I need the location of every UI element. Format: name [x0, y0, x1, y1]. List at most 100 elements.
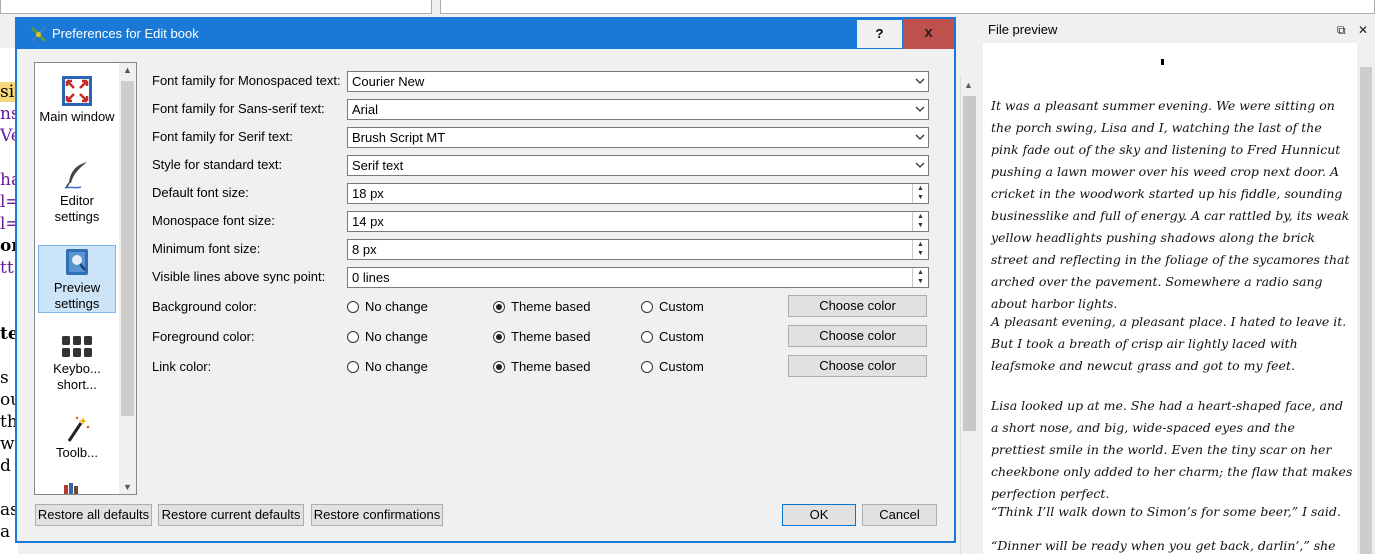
- foreground-choose-color-button[interactable]: Choose color: [788, 325, 927, 347]
- background-no-change-radio[interactable]: No change: [347, 299, 428, 315]
- radio-label: Theme based: [511, 329, 591, 344]
- restore-confirmations-button[interactable]: Restore confirmations: [311, 504, 443, 526]
- scrollbar-thumb[interactable]: [963, 96, 976, 431]
- radio-dot: [493, 361, 505, 373]
- close-button[interactable]: x: [903, 19, 954, 49]
- link-choose-color-button[interactable]: Choose color: [788, 355, 927, 377]
- help-button[interactable]: ?: [856, 19, 903, 49]
- toolbar-books-icon: [64, 483, 78, 494]
- spin-up-icon[interactable]: ▲: [913, 212, 928, 221]
- scrollbar-thumb[interactable]: [1360, 67, 1372, 554]
- min-size-spinbox[interactable]: 8 px ▲ ▼: [347, 239, 929, 260]
- sidebar-item-keyboard-shortcuts[interactable]: Keybo... short...: [38, 335, 116, 393]
- serif-font-label: Font family for Serif text:: [152, 129, 293, 144]
- radio-label: Custom: [659, 329, 704, 344]
- sidebar-item-label: Keybo... short...: [53, 361, 101, 392]
- preview-paragraph: “Dinner will be ready when you get back,…: [991, 538, 1336, 553]
- scroll-down-icon[interactable]: ▼: [123, 482, 132, 492]
- dialog-titlebar[interactable]: Preferences for Edit book ? x: [17, 19, 954, 49]
- preferences-category-list: Main window Editor settings Preview sett…: [34, 62, 137, 495]
- preview-paragraph: “Think I’ll walk down to Simon’s for som…: [991, 504, 1341, 519]
- background-toolbar-field-left: [0, 0, 432, 14]
- standard-style-select[interactable]: Serif text: [347, 155, 929, 176]
- spin-up-icon[interactable]: ▲: [913, 240, 928, 249]
- scroll-up-icon[interactable]: ▲: [964, 80, 973, 90]
- spin-down-icon[interactable]: ▼: [913, 277, 928, 286]
- sidebar-item-preview-settings[interactable]: Preview settings: [38, 245, 116, 313]
- category-list-scrollbar[interactable]: ▲ ▼: [119, 63, 136, 494]
- standard-style-value: Serif text: [352, 158, 404, 173]
- background-choose-color-button[interactable]: Choose color: [788, 295, 927, 317]
- keyboard-icon: [62, 336, 92, 357]
- sidebar-item-label: Editor settings: [54, 193, 100, 224]
- radio-label: Custom: [659, 359, 704, 374]
- sidebar-item-label: Toolb...: [56, 445, 98, 460]
- mono-size-spinbox[interactable]: 14 px ▲ ▼: [347, 211, 929, 232]
- mono-font-label: Font family for Monospaced text:: [152, 73, 341, 88]
- radio-dot: [641, 301, 653, 313]
- default-size-value: 18 px: [352, 186, 384, 201]
- radio-label: No change: [365, 359, 428, 374]
- close-panel-icon[interactable]: ✕: [1358, 19, 1368, 41]
- float-panel-icon[interactable]: ⧉: [1337, 19, 1346, 41]
- scroll-up-icon[interactable]: ▲: [123, 65, 132, 75]
- cancel-button[interactable]: Cancel: [862, 504, 937, 526]
- main-window-icon: [62, 76, 92, 106]
- sans-font-select[interactable]: Arial: [347, 99, 929, 120]
- chevron-down-icon: [915, 106, 925, 112]
- spin-up-icon[interactable]: ▲: [913, 184, 928, 193]
- default-size-label: Default font size:: [152, 185, 249, 200]
- spin-up-icon[interactable]: ▲: [913, 268, 928, 277]
- sync-lines-value: 0 lines: [352, 270, 390, 285]
- magic-wand-icon: [67, 416, 90, 442]
- mono-font-value: Courier New: [352, 74, 425, 89]
- background-custom-radio[interactable]: Custom: [641, 299, 704, 315]
- link-no-change-radio[interactable]: No change: [347, 359, 428, 375]
- sidebar-item-editor-settings[interactable]: Editor settings: [38, 159, 116, 225]
- radio-dot: [493, 331, 505, 343]
- chevron-down-icon: [915, 162, 925, 168]
- spin-down-icon[interactable]: ▼: [913, 193, 928, 202]
- preview-paragraph: Lisa looked up at me. She had a heart-sh…: [991, 398, 1353, 501]
- sync-lines-spinbox[interactable]: 0 lines ▲ ▼: [347, 267, 929, 288]
- restore-all-defaults-button[interactable]: Restore all defaults: [35, 504, 152, 526]
- file-preview-header: File preview ⧉ ✕: [983, 19, 1375, 41]
- restore-current-defaults-button[interactable]: Restore current defaults: [158, 504, 304, 526]
- default-size-spinbox[interactable]: 18 px ▲ ▼: [347, 183, 929, 204]
- radio-dot: [641, 361, 653, 373]
- mono-size-value: 14 px: [352, 214, 384, 229]
- chevron-down-icon: [915, 78, 925, 84]
- background-editor-scrollbar[interactable]: ▲: [960, 76, 978, 554]
- sidebar-item-label: Main window: [39, 109, 115, 124]
- min-size-value: 8 px: [352, 242, 377, 257]
- preview-page: It was a pleasant summer evening. We wer…: [983, 43, 1357, 554]
- background-toolbar-field-right: [440, 0, 1375, 14]
- radio-dot: [493, 301, 505, 313]
- radio-label: Theme based: [511, 299, 591, 314]
- spin-down-icon[interactable]: ▼: [913, 221, 928, 230]
- foreground-no-change-radio[interactable]: No change: [347, 329, 428, 345]
- editor-line: w: [0, 434, 15, 454]
- preview-paragraph: A pleasant evening, a pleasant place. I …: [991, 314, 1347, 373]
- link-custom-radio[interactable]: Custom: [641, 359, 704, 375]
- spin-down-icon[interactable]: ▼: [913, 249, 928, 258]
- radio-dot: [641, 331, 653, 343]
- sans-font-value: Arial: [352, 102, 379, 117]
- link-theme-radio[interactable]: Theme based: [493, 359, 591, 375]
- background-theme-radio[interactable]: Theme based: [493, 299, 591, 315]
- foreground-custom-radio[interactable]: Custom: [641, 329, 704, 345]
- sidebar-item-main-window[interactable]: Main window: [38, 75, 116, 125]
- serif-font-value: Brush Script MT: [352, 130, 446, 145]
- min-size-label: Minimum font size:: [152, 241, 261, 256]
- scrollbar-thumb[interactable]: [121, 81, 134, 416]
- foreground-theme-radio[interactable]: Theme based: [493, 329, 591, 345]
- radio-dot: [347, 361, 359, 373]
- serif-font-select[interactable]: Brush Script MT: [347, 127, 929, 148]
- preview-scrollbar[interactable]: [1357, 43, 1375, 554]
- radio-dot: [347, 331, 359, 343]
- mono-font-select[interactable]: Courier New: [347, 71, 929, 92]
- sidebar-item-label: Preview settings: [53, 280, 101, 311]
- sync-lines-label: Visible lines above sync point:: [152, 269, 326, 284]
- ok-button[interactable]: OK: [782, 504, 856, 526]
- sidebar-item-toolbars[interactable]: Toolb...: [38, 415, 116, 461]
